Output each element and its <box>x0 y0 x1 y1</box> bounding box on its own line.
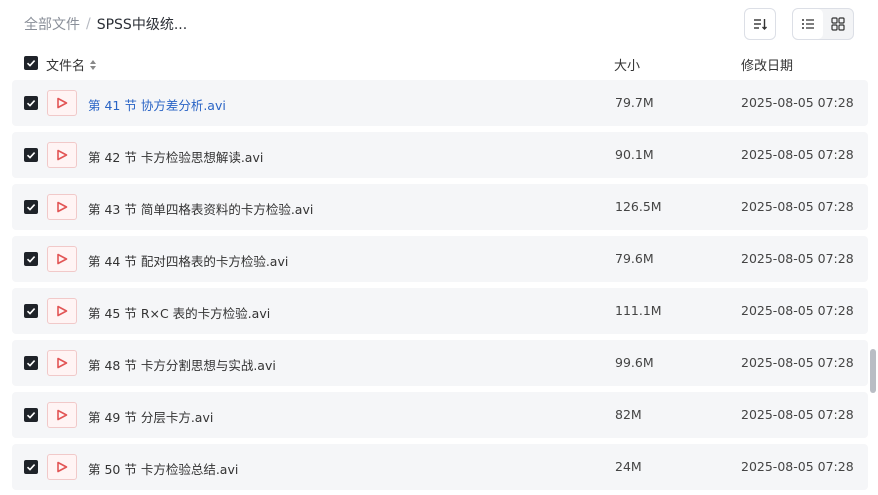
check-icon <box>26 60 36 67</box>
video-file-icon <box>47 142 77 168</box>
file-row[interactable]: 第 49 节 分层卡方.avi 82M 2025-08-05 07:28 <box>12 392 868 438</box>
file-row[interactable]: 第 50 节 卡方检验总结.avi 24M 2025-08-05 07:28 <box>12 444 868 490</box>
file-modified-date: 2025-08-05 07:28 <box>741 147 854 162</box>
file-modified-date: 2025-08-05 07:28 <box>741 251 854 266</box>
file-modified-date: 2025-08-05 07:28 <box>741 407 854 422</box>
play-icon <box>57 149 68 161</box>
top-bar: 全部文件 / SPSS中级统... <box>0 0 878 48</box>
play-icon <box>57 461 68 473</box>
row-checkbox[interactable] <box>24 96 38 110</box>
check-icon <box>26 360 36 367</box>
row-checkbox[interactable] <box>24 200 38 214</box>
video-file-icon <box>47 350 77 376</box>
file-name[interactable]: 第 45 节 R×C 表的卡方检验.avi <box>88 303 270 322</box>
file-row[interactable]: 第 45 节 R×C 表的卡方检验.avi 111.1M 2025-08-05 07… <box>12 288 868 334</box>
row-checkbox[interactable] <box>24 408 38 422</box>
select-all-checkbox[interactable] <box>24 56 38 70</box>
play-icon <box>57 253 68 265</box>
file-list: 第 41 节 协方差分析.avi 79.7M 2025-08-05 07:28 第 4… <box>12 80 868 495</box>
column-header-size[interactable]: 大小 <box>614 55 640 74</box>
check-icon <box>26 308 36 315</box>
play-icon <box>57 97 68 109</box>
check-icon <box>26 100 36 107</box>
file-size: 82M <box>615 407 642 422</box>
row-checkbox[interactable] <box>24 304 38 318</box>
column-header-name[interactable]: 文件名 <box>46 55 97 74</box>
file-modified-date: 2025-08-05 07:28 <box>741 199 854 214</box>
video-file-icon <box>47 90 77 116</box>
row-checkbox[interactable] <box>24 460 38 474</box>
list-view-button[interactable] <box>793 9 823 39</box>
view-toggle-group <box>792 8 854 40</box>
file-row[interactable]: 第 48 节 卡方分割思想与实战.avi 99.6M 2025-08-05 07:2… <box>12 340 868 386</box>
play-icon <box>57 357 68 369</box>
file-size: 111.1M <box>615 303 662 318</box>
grid-view-button[interactable] <box>823 9 853 39</box>
row-checkbox[interactable] <box>24 148 38 162</box>
breadcrumb: 全部文件 / SPSS中级统... <box>24 14 187 34</box>
check-icon <box>26 412 36 419</box>
file-name[interactable]: 第 44 节 配对四格表的卡方检验.avi <box>88 251 288 270</box>
file-size: 79.6M <box>615 251 654 266</box>
file-name[interactable]: 第 49 节 分层卡方.avi <box>88 407 213 426</box>
list-view-icon <box>802 19 814 29</box>
file-modified-date: 2025-08-05 07:28 <box>741 303 854 318</box>
video-file-icon <box>47 402 77 428</box>
row-checkbox[interactable] <box>24 252 38 266</box>
file-modified-date: 2025-08-05 07:28 <box>741 95 854 110</box>
column-header-modified[interactable]: 修改日期 <box>741 55 793 74</box>
file-row[interactable]: 第 43 节 简单四格表资料的卡方检验.avi 126.5M 2025-08-05 … <box>12 184 868 230</box>
scrollbar-thumb[interactable] <box>870 349 876 393</box>
file-name[interactable]: 第 41 节 协方差分析.avi <box>88 95 226 114</box>
file-size: 126.5M <box>615 199 662 214</box>
file-name[interactable]: 第 42 节 卡方检验思想解读.avi <box>88 147 263 166</box>
column-header-name-label: 文件名 <box>46 59 86 74</box>
breadcrumb-separator: / <box>86 16 91 32</box>
breadcrumb-current-folder: SPSS中级统... <box>96 17 188 33</box>
file-modified-date: 2025-08-05 07:28 <box>741 459 854 474</box>
row-checkbox[interactable] <box>24 356 38 370</box>
video-file-icon <box>47 246 77 272</box>
play-icon <box>57 409 68 421</box>
check-icon <box>26 204 36 211</box>
file-name[interactable]: 第 50 节 卡方检验总结.avi <box>88 459 238 478</box>
file-size: 79.7M <box>615 95 654 110</box>
file-name[interactable]: 第 48 节 卡方分割思想与实战.avi <box>88 355 276 374</box>
sort-list-icon <box>754 19 767 30</box>
file-row[interactable]: 第 44 节 配对四格表的卡方检验.avi 79.6M 2025-08-05 07:… <box>12 236 868 282</box>
sort-toggle-icon <box>90 59 97 70</box>
file-size: 90.1M <box>615 147 654 162</box>
sort-button[interactable] <box>744 8 776 40</box>
file-size: 24M <box>615 459 642 474</box>
file-row[interactable]: 第 42 节 卡方检验思想解读.avi 90.1M 2025-08-05 07:28 <box>12 132 868 178</box>
check-icon <box>26 152 36 159</box>
table-header: 文件名 大小 修改日期 <box>0 50 878 78</box>
check-icon <box>26 464 36 471</box>
video-file-icon <box>47 298 77 324</box>
check-icon <box>26 256 36 263</box>
file-size: 99.6M <box>615 355 654 370</box>
file-name[interactable]: 第 43 节 简单四格表资料的卡方检验.avi <box>88 199 313 218</box>
file-modified-date: 2025-08-05 07:28 <box>741 355 854 370</box>
play-icon <box>57 305 68 317</box>
video-file-icon <box>47 454 77 480</box>
breadcrumb-root-link[interactable]: 全部文件 <box>24 14 80 34</box>
video-file-icon <box>47 194 77 220</box>
file-row[interactable]: 第 41 节 协方差分析.avi 79.7M 2025-08-05 07:28 <box>12 80 868 126</box>
grid-view-icon <box>831 17 845 31</box>
play-icon <box>57 201 68 213</box>
